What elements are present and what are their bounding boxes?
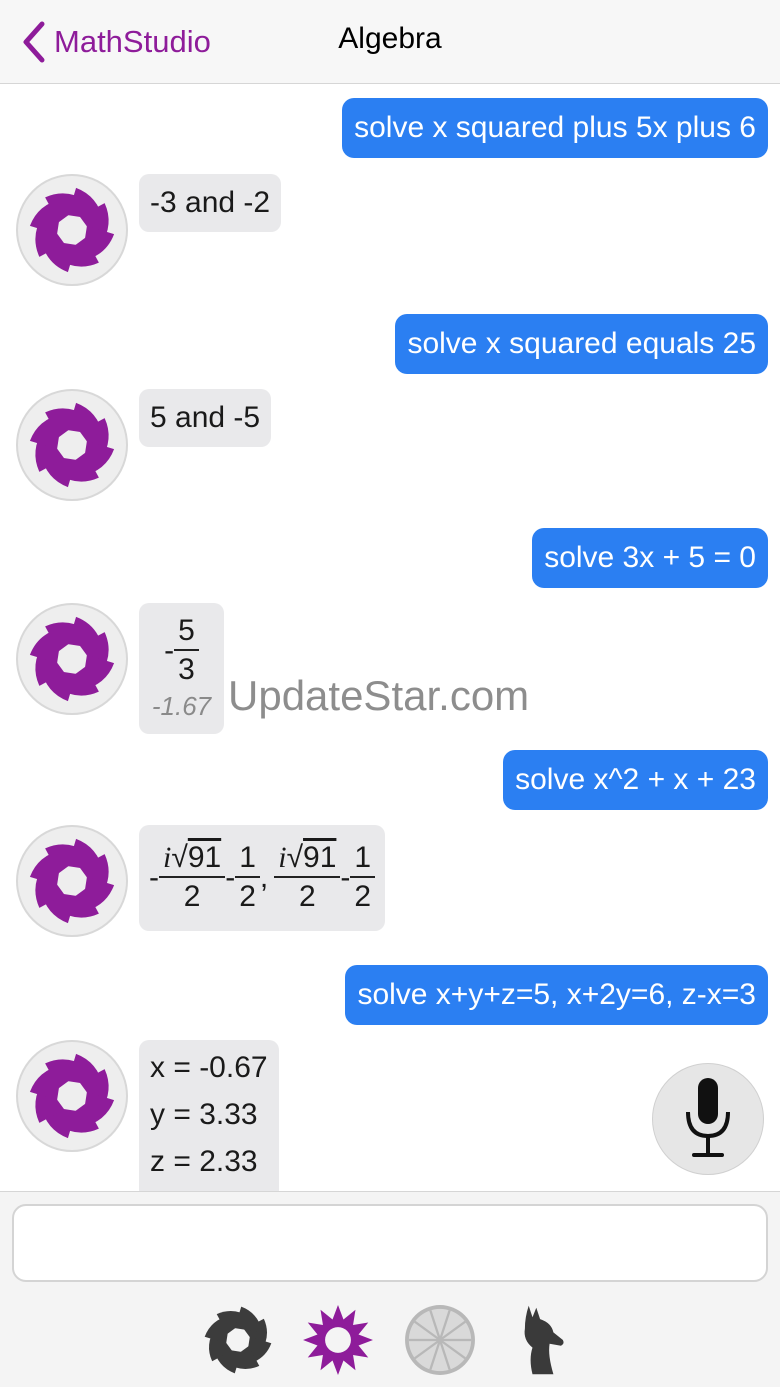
fraction: 1 2 [350,840,376,916]
message-input[interactable] [12,1204,768,1282]
bot-avatar [16,389,128,501]
imaginary-unit: i [163,841,172,874]
bot-answer: 5 and -5 [139,389,272,447]
calculator-icon [303,1305,373,1375]
denominator: 3 [178,653,195,686]
solution-x: x = -0.67 [150,1051,268,1084]
mathstudio-logo-icon [29,616,115,702]
numerator: 1 [350,840,376,878]
user-message: solve x+y+z=5, x+2y=6, z-x=3 [345,965,768,1025]
microphone-button[interactable] [652,1063,764,1175]
microphone-icon [686,1078,730,1157]
fraction: 5 3 [174,613,199,689]
bot-answer-fraction: - 5 3 -1.67 [139,603,224,734]
bot-avatar [16,603,128,715]
denominator: 2 [183,880,201,913]
bot-answer-system: x = -0.67 y = 3.33 z = 2.33 [139,1040,279,1191]
denominator: 2 [354,880,372,913]
bot-answer-complex: - i√91 2 - 1 2 , i√91 2 - 1 2 [139,825,386,931]
mathstudio-logo-icon [29,402,115,488]
bot-answer: -3 and -2 [139,174,282,232]
watermark: UpdateStar.com [228,672,530,719]
approximation: -1.67 [151,691,212,721]
numerator: 5 [174,613,199,651]
fraction: i√91 2 [274,840,341,916]
minus-sign: - [164,634,175,667]
denominator: 2 [239,880,256,913]
bot-avatar [16,174,128,286]
navigation-bar: MathStudio Algebra [0,0,780,84]
minus-sign: - [340,861,351,894]
tab-llama[interactable] [502,1300,582,1380]
tab-graph[interactable] [198,1300,278,1380]
bot-avatar [16,1040,128,1152]
tab-lime[interactable] [400,1300,480,1380]
denominator: 2 [298,880,316,913]
bot-avatar [16,825,128,937]
page-title: Algebra [338,22,442,55]
user-message: solve x squared equals 25 [395,314,768,374]
graph-icon [204,1306,272,1374]
mathstudio-logo-icon [29,1053,115,1139]
radicand: 91 [303,841,337,874]
user-message: solve x^2 + x + 23 [503,750,768,810]
fraction: 1 2 [235,840,260,916]
minus-sign: - [225,861,236,894]
llama-icon [524,1305,564,1375]
bottom-bar [0,1191,780,1387]
separator-comma: , [259,861,269,894]
numerator: 1 [235,840,260,878]
user-message: solve x squared plus 5x plus 6 [342,98,768,158]
imaginary-unit: i [278,841,287,874]
mathstudio-logo-icon [29,838,115,924]
tab-calculator[interactable] [298,1300,378,1380]
chat-transcript[interactable]: solve x squared plus 5x plus 6 -3 and -2… [0,85,780,1191]
solution-y: y = 3.33 [150,1098,258,1131]
lime-icon [405,1305,475,1375]
radicand: 91 [187,841,222,874]
fraction: i√91 2 [159,840,226,916]
minus-sign: - [149,861,159,894]
solution-z: z = 2.33 [150,1145,258,1178]
mathstudio-logo-icon [29,187,115,273]
user-message: solve 3x + 5 = 0 [532,528,768,588]
